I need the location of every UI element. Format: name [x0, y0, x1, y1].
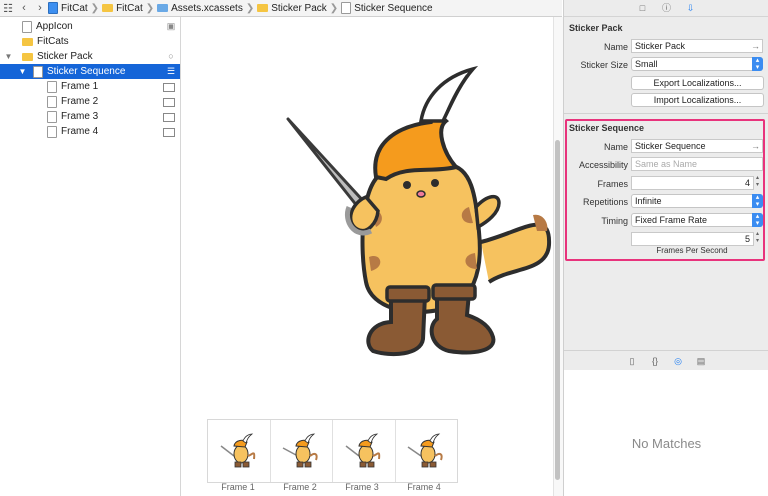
- frame-label: Frame 4: [407, 482, 441, 492]
- chevron-right-icon: ❯: [145, 2, 155, 14]
- film-strip-icon: ☰: [166, 66, 176, 76]
- sticker-sequence-highlight: [565, 119, 765, 261]
- section-title-sticker-pack: Sticker Pack: [569, 23, 623, 33]
- media-library-icon[interactable]: ▤: [696, 356, 706, 366]
- updown-arrows-icon: ▴ ▾: [752, 57, 763, 71]
- image-icon: [47, 80, 57, 93]
- no-matches-text: No Matches: [631, 436, 702, 451]
- sticker-size-popup[interactable]: Small ▴ ▾: [631, 57, 763, 71]
- breadcrumb-project[interactable]: FitCat: [48, 2, 88, 14]
- folder-icon: [257, 4, 269, 12]
- breadcrumb-group[interactable]: FitCat: [102, 3, 143, 14]
- camera-icon: ▣: [166, 21, 176, 31]
- nav-item-frame-2[interactable]: Frame 2: [0, 94, 180, 109]
- folder-icon: [22, 52, 33, 61]
- nav-item-fitcats[interactable]: FitCats: [0, 34, 180, 49]
- back-icon[interactable]: ‹: [16, 2, 32, 14]
- jump-bar: ☷ ‹ › FitCat ❯ FitCat ❯ Assets.xcassets …: [0, 0, 562, 17]
- popup-value: Small: [635, 59, 658, 69]
- nav-item-label: AppIcon: [36, 21, 73, 32]
- export-localizations-button[interactable]: Export Localizations...: [631, 76, 764, 90]
- nav-item-frame-4[interactable]: Frame 4: [0, 124, 180, 139]
- message-bubble-icon: ○: [168, 51, 174, 61]
- frame-icon: [163, 83, 175, 92]
- image-icon: [47, 110, 57, 123]
- frame-thumbnail-4[interactable]: [396, 420, 458, 482]
- import-localizations-button[interactable]: Import Localizations...: [631, 93, 764, 107]
- breadcrumb-sticker-pack[interactable]: Sticker Pack: [257, 3, 327, 14]
- project-icon: [48, 2, 58, 14]
- frame-label: Frame 3: [345, 482, 379, 492]
- breadcrumb-assets[interactable]: Assets.xcassets: [157, 3, 243, 14]
- grid-icon[interactable]: ☷: [0, 2, 16, 15]
- frame-thumbnail-1[interactable]: [208, 420, 271, 482]
- nav-item-sticker-pack[interactable]: ▼ Sticker Pack ○: [0, 49, 180, 64]
- frame-thumbnail-3[interactable]: [333, 420, 396, 482]
- nav-item-label: Frame 4: [61, 126, 99, 137]
- frame-icon: [163, 113, 175, 122]
- nav-item-sticker-sequence[interactable]: ▼ Sticker Sequence ☰: [0, 64, 180, 79]
- asset-navigator: AppIcon ▣ FitCats ▼ Sticker Pack ○ ▼ Sti…: [0, 17, 181, 496]
- canvas-scrollbar-thumb[interactable]: [555, 140, 560, 480]
- breadcrumb-sticker-sequence[interactable]: Sticker Sequence: [341, 2, 433, 14]
- breadcrumb-label: Sticker Sequence: [354, 2, 433, 14]
- arrow-circle-icon: →: [751, 41, 760, 51]
- frames-strip: [207, 419, 458, 483]
- attributes-inspector-icon[interactable]: ⇩: [686, 3, 696, 13]
- name-label: Name: [603, 42, 628, 52]
- sticker-sequence-icon: [341, 2, 352, 14]
- chevron-right-icon: ❯: [245, 2, 255, 14]
- nav-item-appicon[interactable]: AppIcon ▣: [0, 19, 180, 34]
- cat-thumbnail-image: [282, 433, 318, 468]
- nav-item-label: Frame 3: [61, 111, 99, 122]
- library-toolbar: ▯ {} ◎ ▤: [564, 350, 768, 371]
- nav-item-label: Sticker Pack: [37, 51, 93, 62]
- nav-item-label: Frame 1: [61, 81, 99, 92]
- file-template-icon[interactable]: ▯: [627, 356, 637, 366]
- chevron-right-icon: ❯: [90, 2, 100, 14]
- nav-item-label: Sticker Sequence: [47, 66, 126, 77]
- quick-help-icon[interactable]: ⓘ: [662, 3, 672, 13]
- nav-item-frame-3[interactable]: Frame 3: [0, 109, 180, 124]
- disclosure-triangle-icon[interactable]: ▼: [4, 52, 13, 61]
- cat-thumbnail-image: [407, 433, 443, 468]
- sticker-pack-name-field[interactable]: Sticker Pack →: [631, 39, 763, 53]
- breadcrumb-label: Assets.xcassets: [171, 2, 243, 14]
- breadcrumb-label: FitCat: [61, 2, 88, 14]
- code-snippet-icon[interactable]: {}: [650, 356, 660, 366]
- forward-icon[interactable]: ›: [32, 2, 48, 14]
- nav-item-label: Frame 2: [61, 96, 99, 107]
- frame-icon: [163, 128, 175, 137]
- nav-item-frame-1[interactable]: Frame 1: [0, 79, 180, 94]
- frame-icon: [163, 98, 175, 107]
- field-value: Sticker Pack: [635, 41, 686, 51]
- inspector-toolbar: □ ⓘ ⇩: [564, 0, 768, 17]
- image-icon: [47, 95, 57, 108]
- chevron-right-icon: ❯: [329, 2, 339, 14]
- breadcrumb-label: FitCat: [116, 2, 143, 14]
- cat-thumbnail-image: [220, 433, 255, 468]
- asset-catalog-icon: [157, 4, 169, 12]
- frame-label: Frame 2: [283, 482, 317, 492]
- object-library-icon[interactable]: ◎: [673, 356, 683, 366]
- sticker-size-label: Sticker Size: [580, 60, 628, 70]
- disclosure-triangle-icon[interactable]: ▼: [18, 67, 27, 76]
- section-divider: [564, 113, 768, 114]
- nav-item-label: FitCats: [37, 36, 69, 47]
- breadcrumb-label: Sticker Pack: [271, 2, 327, 14]
- cat-thumbnail-image: [345, 433, 380, 468]
- frame-thumbnail-2[interactable]: [271, 420, 333, 482]
- folder-icon: [102, 4, 114, 12]
- frame-label: Frame 1: [221, 482, 255, 492]
- file-inspector-icon[interactable]: □: [638, 3, 648, 13]
- library-content: [564, 370, 768, 496]
- folder-icon: [22, 37, 33, 46]
- sticker-sequence-icon: [33, 65, 43, 78]
- app-icon-set-icon: [22, 20, 32, 33]
- image-icon: [47, 125, 57, 138]
